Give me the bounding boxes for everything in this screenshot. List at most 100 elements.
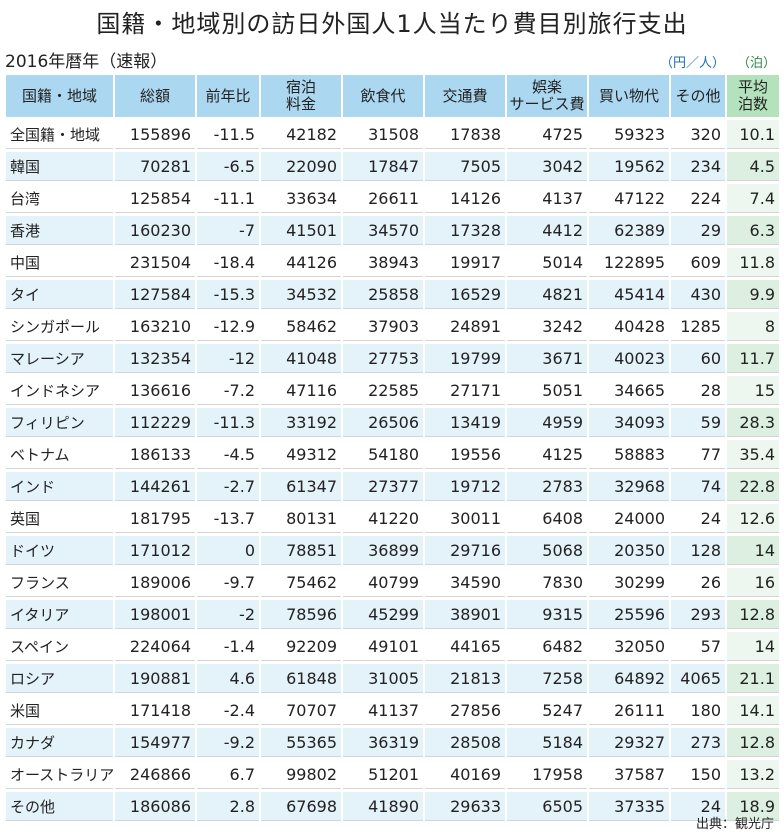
table-cell: 14.1 (727, 696, 779, 725)
table-cell: 186086 (115, 792, 195, 821)
table-cell: 26611 (343, 184, 423, 213)
table-cell: 4137 (507, 184, 587, 213)
table-cell: 224064 (115, 632, 195, 661)
table-cell: 41048 (261, 344, 341, 373)
row-label: フィリピン (6, 408, 113, 437)
table-cell: 36319 (343, 728, 423, 757)
table-row: 全国籍・地域 155896 -11.5 42182 31508 17838 4725 5932… (6, 120, 779, 149)
table-cell: 5184 (507, 728, 587, 757)
table-cell: 34532 (261, 280, 341, 309)
table-cell: 112229 (115, 408, 195, 437)
table-cell: 32968 (589, 472, 669, 501)
unit-yen-label: （円／人） (660, 56, 726, 71)
table-cell: 58883 (589, 440, 669, 469)
table-row: オーストラリア 246866 6.7 99802 51201 40169 17958 3758… (6, 760, 779, 789)
table-cell: 9315 (507, 600, 587, 629)
table-cell: 24 (671, 504, 725, 533)
row-label: 韓国 (6, 152, 113, 181)
table-cell: 99802 (261, 760, 341, 789)
table-cell: 6482 (507, 632, 587, 661)
row-label: 米国 (6, 696, 113, 725)
table-cell: 19712 (425, 472, 505, 501)
table-row: マレーシア 132354 -12 41048 27753 19799 3671 40023 60… (6, 344, 779, 373)
row-label: 香港 (6, 216, 113, 245)
table-cell: 70707 (261, 696, 341, 725)
table-cell: 29 (671, 216, 725, 245)
table-cell: 44165 (425, 632, 505, 661)
table-cell: 132354 (115, 344, 195, 373)
table-cell: 30299 (589, 568, 669, 597)
table-cell: 4.6 (197, 664, 259, 693)
table-cell: 4725 (507, 120, 587, 149)
table-cell: 44126 (261, 248, 341, 277)
table-cell: 47116 (261, 376, 341, 405)
table-cell: 11.8 (727, 248, 779, 277)
table-cell: 150 (671, 760, 725, 789)
unit-nights-label: （泊） (737, 56, 777, 71)
table-row: シンガポール 163210 -12.9 58462 37903 24891 3242 4042… (6, 312, 779, 341)
table-cell: 40169 (425, 760, 505, 789)
table-cell: 4.5 (727, 152, 779, 181)
table-cell: 49312 (261, 440, 341, 469)
table-cell: -11.5 (197, 120, 259, 149)
row-label: その他 (6, 792, 113, 821)
table-cell: 34093 (589, 408, 669, 437)
table-cell: 154977 (115, 728, 195, 757)
table-cell: 5068 (507, 536, 587, 565)
table-cell: 171418 (115, 696, 195, 725)
table-cell: 25596 (589, 600, 669, 629)
table-cell: 37903 (343, 312, 423, 341)
table-cell: -2.4 (197, 696, 259, 725)
table-cell: 13419 (425, 408, 505, 437)
table-cell: 9.9 (727, 280, 779, 309)
table-cell: 136616 (115, 376, 195, 405)
table-cell: 125854 (115, 184, 195, 213)
table-cell: 67698 (261, 792, 341, 821)
table-cell: 293 (671, 600, 725, 629)
table-cell: 5247 (507, 696, 587, 725)
table-cell: 42182 (261, 120, 341, 149)
table-cell: 26 (671, 568, 725, 597)
table-cell: 38901 (425, 600, 505, 629)
table-cell: 198001 (115, 600, 195, 629)
table-cell: -2.7 (197, 472, 259, 501)
table-cell: 64892 (589, 664, 669, 693)
table-cell: -1.4 (197, 632, 259, 661)
table-row: ロシア 190881 4.6 61848 31005 21813 7258 64892 4065… (6, 664, 779, 693)
table-cell: 49101 (343, 632, 423, 661)
table-cell: 17958 (507, 760, 587, 789)
table-row: フランス 189006 -9.7 75462 40799 34590 7830 30299 26… (6, 568, 779, 597)
table-cell: 6.7 (197, 760, 259, 789)
table-cell: -4.5 (197, 440, 259, 469)
table-cell: 33192 (261, 408, 341, 437)
column-header: 飲食代 (343, 75, 423, 117)
table-row: 中国 231504 -18.4 44126 38943 19917 5014 122895 60… (6, 248, 779, 277)
table-body: 全国籍・地域 155896 -11.5 42182 31508 17838 4725 5932… (6, 120, 779, 821)
page-title: 国籍・地域別の訪日外国人1人当たり費目別旅行支出 (96, 10, 688, 38)
table-row: 香港 160230 -7 41501 34570 17328 4412 62389 29 6.3 (6, 216, 779, 245)
table-cell: 15 (727, 376, 779, 405)
table-cell: 28 (671, 376, 725, 405)
row-label: インドネシア (6, 376, 113, 405)
table-cell: 45299 (343, 600, 423, 629)
table-cell: 41890 (343, 792, 423, 821)
table-cell: 17847 (343, 152, 423, 181)
table-cell: 45414 (589, 280, 669, 309)
table-cell: 40023 (589, 344, 669, 373)
row-label: タイ (6, 280, 113, 309)
table-cell: 189006 (115, 568, 195, 597)
column-header: 買い物代 (589, 75, 669, 117)
table-cell: 430 (671, 280, 725, 309)
table-cell: 29716 (425, 536, 505, 565)
row-label: フランス (6, 568, 113, 597)
table-cell: 41501 (261, 216, 341, 245)
table-cell: 2.8 (197, 792, 259, 821)
table-row: その他 186086 2.8 67698 41890 29633 6505 37335 24 18… (6, 792, 779, 821)
table-cell: 16 (727, 568, 779, 597)
table-cell: 609 (671, 248, 725, 277)
table-row: タイ 127584 -15.3 34532 25858 16529 4821 45414 430… (6, 280, 779, 309)
row-label: ベトナム (6, 440, 113, 469)
table-cell: 3242 (507, 312, 587, 341)
table-cell: 34590 (425, 568, 505, 597)
table-row: 英国 181795 -13.7 80131 41220 30011 6408 24000 24 1… (6, 504, 779, 533)
